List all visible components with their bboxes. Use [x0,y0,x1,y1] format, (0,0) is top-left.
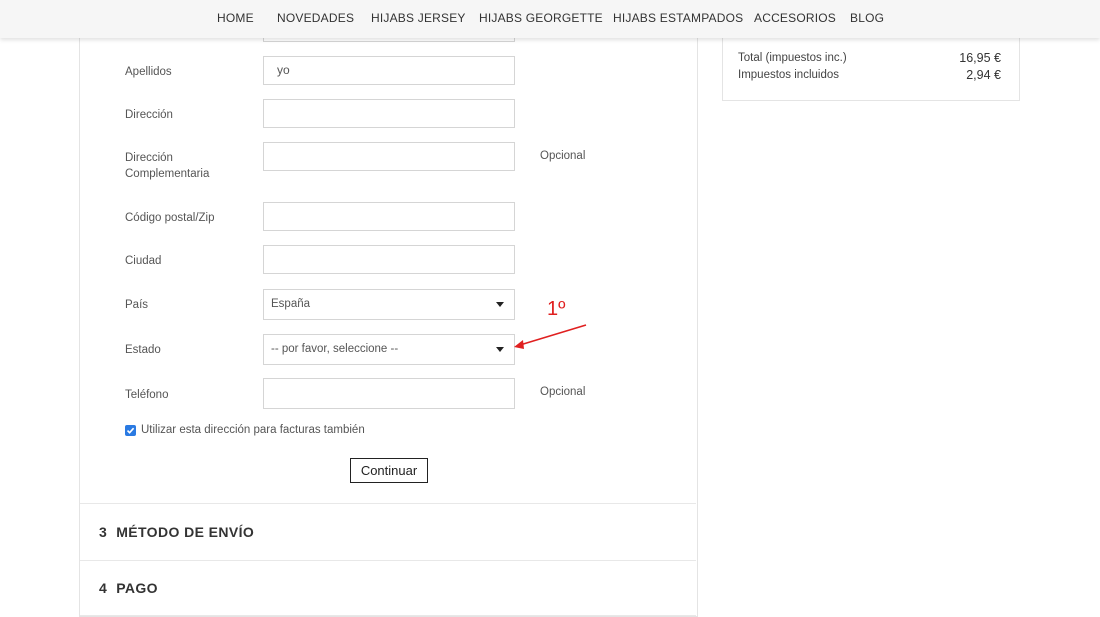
telefono-label: Teléfono [125,389,169,401]
billing-address-checkbox[interactable] [125,425,136,436]
pais-label: País [125,299,149,311]
nav-item-hijabs-georgette[interactable]: HIJABS GEORGETTE [479,11,603,25]
step-number: 3 [99,524,108,540]
direccion-label: Dirección [125,109,173,121]
nav-item-home[interactable]: HOME [217,11,254,25]
total-label: Total (impuestos inc.) [738,52,847,64]
continue-button[interactable]: Continuar [350,458,428,483]
postal-input[interactable] [263,202,515,231]
estado-value: -- por favor, seleccione -- [271,343,399,355]
step-shipping-method[interactable]: 3 MÉTODO DE ENVÍO [99,524,254,540]
order-summary [722,30,1020,101]
estado-select[interactable]: -- por favor, seleccione -- [263,334,515,365]
chevron-down-icon [496,302,504,307]
step-number: 4 [99,580,108,596]
check-icon [126,427,135,434]
estado-label: Estado [125,344,161,356]
telefono-input[interactable] [263,378,515,409]
chevron-down-icon [496,347,504,352]
nav-item-hijabs-estampados[interactable]: HIJABS ESTAMPADOS [613,11,743,25]
billing-address-checkbox-label[interactable]: Utilizar esta dirección para facturas ta… [141,424,365,436]
pais-value: España [271,298,311,310]
nav-item-novedades[interactable]: NOVEDADES [277,11,354,25]
annotation-arrow-icon [514,324,587,349]
top-navigation: HOME NOVEDADES HIJABS JERSEY HIJABS GEOR… [0,0,1100,38]
direccion-complementaria-optional: Opcional [540,150,586,162]
ciudad-label: Ciudad [125,255,162,267]
step-payment[interactable]: 4 PAGO [99,580,158,596]
apellidos-input[interactable]: yo [263,56,515,85]
tax-value: 2,94 € [966,68,1001,82]
tax-label: Impuestos incluidos [738,69,839,81]
divider [80,503,696,504]
step-title: MÉTODO DE ENVÍO [116,524,255,540]
pais-select[interactable]: España [263,289,515,320]
divider [80,615,696,616]
divider [80,560,696,561]
nav-item-hijabs-jersey[interactable]: HIJABS JERSEY [371,11,466,25]
direccion-input[interactable] [263,99,515,128]
nav-item-accesorios[interactable]: ACCESORIOS [754,11,836,25]
direccion-complementaria-label: Dirección Complementaria [125,152,210,180]
nav-item-blog[interactable]: BLOG [850,11,884,25]
telefono-optional: Opcional [540,386,586,398]
direccion-complementaria-input[interactable] [263,142,515,171]
total-value: 16,95 € [959,51,1001,65]
postal-label: Código postal/Zip [125,212,215,224]
ciudad-input[interactable] [263,245,515,274]
step-title: PAGO [116,580,158,596]
apellidos-label: Apellidos [125,66,172,78]
